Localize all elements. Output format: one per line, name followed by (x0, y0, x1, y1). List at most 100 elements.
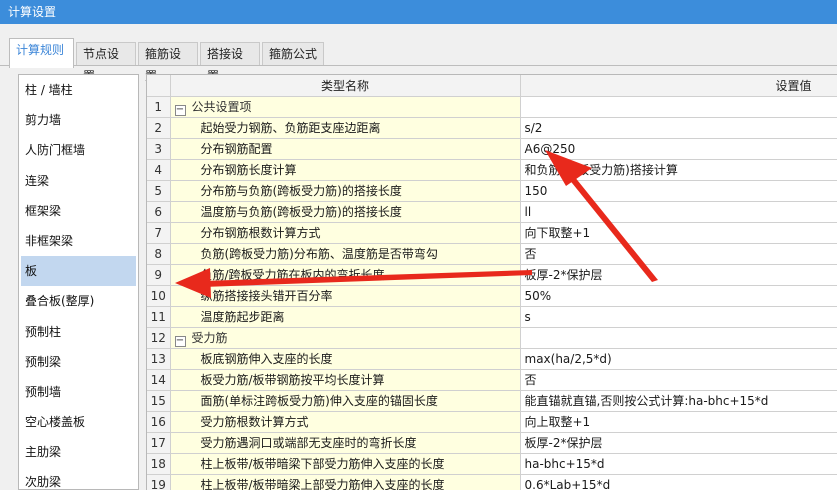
collapse-icon[interactable]: − (174, 335, 186, 347)
table-row[interactable]: 6 温度筋与负筋(跨板受力筋)的搭接长度 ll (147, 201, 837, 223)
setting-name: 起始受力钢筋、负筋距支座边距离 (200, 121, 381, 135)
row-number: 6 (147, 201, 171, 223)
group-name-cell[interactable]: − 受力筋 (170, 327, 521, 349)
setting-name-cell: 面筋(单标注跨板受力筋)伸入支座的锚固长度 (170, 390, 521, 412)
sidebar-item-non-frame-beam[interactable]: 非框架梁 (19, 226, 138, 256)
row-number: 18 (147, 453, 171, 475)
setting-value-cell[interactable]: ha-bhc+15*d (520, 453, 837, 475)
table-row[interactable]: 11 温度筋起步距离 s (147, 306, 837, 328)
row-number: 10 (147, 285, 171, 307)
table-row[interactable]: 7 分布钢筋根数计算方式 向下取整+1 (147, 222, 837, 244)
row-number: 3 (147, 138, 171, 160)
group-name-cell[interactable]: − 公共设置项 (170, 96, 521, 118)
row-number: 16 (147, 411, 171, 433)
table-row[interactable]: 19 柱上板带/板带暗梁上部受力筋伸入支座的长度 0.6*Lab+15*d (147, 474, 837, 490)
row-number: 5 (147, 180, 171, 202)
setting-name-cell: 负筋(跨板受力筋)分布筋、温度筋是否带弯勾 (170, 243, 521, 265)
table-row[interactable]: 5 分布筋与负筋(跨板受力筋)的搭接长度 150 (147, 180, 837, 202)
row-number: 9 (147, 264, 171, 286)
sidebar-item-precast-wall[interactable]: 预制墙 (19, 377, 138, 407)
setting-name-cell: 柱上板带/板带暗梁上部受力筋伸入支座的长度 (170, 474, 521, 490)
row-number: 19 (147, 474, 171, 490)
table-row[interactable]: 14 板受力筋/板带钢筋按平均长度计算 否 (147, 369, 837, 391)
sidebar-item-hollow-floor-slab[interactable]: 空心楼盖板 (19, 407, 138, 437)
setting-value-cell[interactable]: ll (520, 201, 837, 223)
setting-name-cell: 板底钢筋伸入支座的长度 (170, 348, 521, 370)
table-row[interactable]: 3 分布钢筋配置 A6@250 (147, 138, 837, 160)
setting-name: 负筋(跨板受力筋)分布筋、温度筋是否带弯勾 (200, 247, 438, 261)
setting-name-cell: 板受力筋/板带钢筋按平均长度计算 (170, 369, 521, 391)
setting-name: 分布钢筋长度计算 (200, 163, 297, 177)
table-row[interactable]: 2 起始受力钢筋、负筋距支座边距离 s/2 (147, 117, 837, 139)
table-row[interactable]: 4 分布钢筋长度计算 和负筋(跨板受力筋)搭接计算 (147, 159, 837, 181)
setting-value-cell[interactable]: 0.6*Lab+15*d (520, 474, 837, 490)
setting-name: 负筋/跨板受力筋在板内的弯折长度 (200, 268, 385, 282)
setting-value-cell[interactable]: s/2 (520, 117, 837, 139)
setting-value-cell[interactable]: 能直锚就直锚,否则按公式计算:ha-bhc+15*d (520, 390, 837, 412)
setting-value-cell[interactable]: max(ha/2,5*d) (520, 348, 837, 370)
setting-value-cell[interactable]: 否 (520, 369, 837, 391)
setting-value-cell[interactable]: 150 (520, 180, 837, 202)
table-row[interactable]: 13 板底钢筋伸入支座的长度 max(ha/2,5*d) (147, 348, 837, 370)
setting-name-cell: 受力筋遇洞口或端部无支座时的弯折长度 (170, 432, 521, 454)
row-number: 8 (147, 243, 171, 265)
setting-value-cell[interactable]: 和负筋(跨板受力筋)搭接计算 (520, 159, 837, 181)
table-row[interactable]: 10 纵筋搭接接头错开百分率 50% (147, 285, 837, 307)
tab-bar: 计算规则 节点设置 箍筋设置 搭接设置 箍筋公式 (0, 38, 837, 83)
table-row[interactable]: 15 面筋(单标注跨板受力筋)伸入支座的锚固长度 能直锚就直锚,否则按公式计算:ha… (147, 390, 837, 412)
header-type-name: 类型名称 (170, 75, 521, 97)
setting-value-cell[interactable]: 向上取整+1 (520, 411, 837, 433)
sidebar-item-civil-defense-door-wall[interactable]: 人防门框墙 (19, 135, 138, 165)
group-row[interactable]: 12− 受力筋 (147, 327, 837, 349)
row-number: 14 (147, 369, 171, 391)
setting-value-cell (520, 96, 837, 118)
sidebar-item-column-wall-column[interactable]: 柱 / 墙柱 (19, 75, 138, 105)
setting-value-cell[interactable]: 板厚-2*保护层 (520, 264, 837, 286)
tab-stirrup-formula[interactable]: 箍筋公式 (262, 42, 324, 66)
setting-name-cell: 分布钢筋根数计算方式 (170, 222, 521, 244)
table-row[interactable]: 16 受力筋根数计算方式 向上取整+1 (147, 411, 837, 433)
table-row[interactable]: 18 柱上板带/板带暗梁下部受力筋伸入支座的长度 ha-bhc+15*d (147, 453, 837, 475)
sidebar-item-shear-wall[interactable]: 剪力墙 (19, 105, 138, 135)
table-row[interactable]: 9 负筋/跨板受力筋在板内的弯折长度 板厚-2*保护层 (147, 264, 837, 286)
sidebar-item-secondary-rib-beam[interactable]: 次肋梁 (19, 467, 138, 489)
window-title: 计算设置 (0, 0, 837, 24)
tab-stirrup-settings[interactable]: 箍筋设置 (138, 42, 198, 83)
setting-name-cell: 分布钢筋长度计算 (170, 159, 521, 181)
tab-node-settings[interactable]: 节点设置 (76, 42, 136, 83)
setting-value-cell[interactable]: A6@250 (520, 138, 837, 160)
setting-value-cell[interactable]: s (520, 306, 837, 328)
tab-lap-settings[interactable]: 搭接设置 (200, 42, 260, 83)
row-number: 13 (147, 348, 171, 370)
collapse-icon[interactable]: − (174, 104, 186, 116)
setting-name-cell: 温度筋与负筋(跨板受力筋)的搭接长度 (170, 201, 521, 223)
table-row[interactable]: 17 受力筋遇洞口或端部无支座时的弯折长度 板厚-2*保护层 (147, 432, 837, 454)
group-label: 受力筋 (191, 330, 228, 345)
setting-name: 面筋(单标注跨板受力筋)伸入支座的锚固长度 (200, 394, 438, 408)
setting-value-cell (520, 327, 837, 349)
setting-value-cell[interactable]: 向下取整+1 (520, 222, 837, 244)
sidebar-item-slab[interactable]: 板 (21, 256, 136, 287)
tab-calc-rules[interactable]: 计算规则 (9, 38, 74, 68)
setting-name: 受力筋遇洞口或端部无支座时的弯折长度 (200, 436, 417, 450)
setting-name: 板受力筋/板带钢筋按平均长度计算 (200, 373, 385, 387)
setting-name: 温度筋与负筋(跨板受力筋)的搭接长度 (200, 205, 402, 219)
sidebar-item-composite-slab[interactable]: 叠合板(整厚) (19, 286, 138, 316)
component-list[interactable]: 柱 / 墙柱 剪力墙 人防门框墙 连梁 框架梁 非框架梁 板 叠合板(整厚) 预… (18, 74, 139, 490)
sidebar-item-frame-beam[interactable]: 框架梁 (19, 196, 138, 226)
row-number: 17 (147, 432, 171, 454)
sidebar-item-precast-beam[interactable]: 预制梁 (19, 347, 138, 377)
setting-value-cell[interactable]: 否 (520, 243, 837, 265)
table-row[interactable]: 8 负筋(跨板受力筋)分布筋、温度筋是否带弯勾 否 (147, 243, 837, 265)
sidebar-item-main-rib-beam[interactable]: 主肋梁 (19, 437, 138, 467)
setting-name-cell: 温度筋起步距离 (170, 306, 521, 328)
setting-name: 纵筋搭接接头错开百分率 (200, 289, 333, 303)
sidebar-item-coupling-beam[interactable]: 连梁 (19, 166, 138, 196)
group-row[interactable]: 1− 公共设置项 (147, 96, 837, 118)
setting-value-cell[interactable]: 50% (520, 285, 837, 307)
setting-value-cell[interactable]: 板厚-2*保护层 (520, 432, 837, 454)
sidebar-item-precast-column[interactable]: 预制柱 (19, 317, 138, 347)
setting-name: 分布钢筋配置 (200, 142, 273, 156)
setting-name: 受力筋根数计算方式 (200, 415, 309, 429)
setting-name: 温度筋起步距离 (200, 310, 285, 324)
